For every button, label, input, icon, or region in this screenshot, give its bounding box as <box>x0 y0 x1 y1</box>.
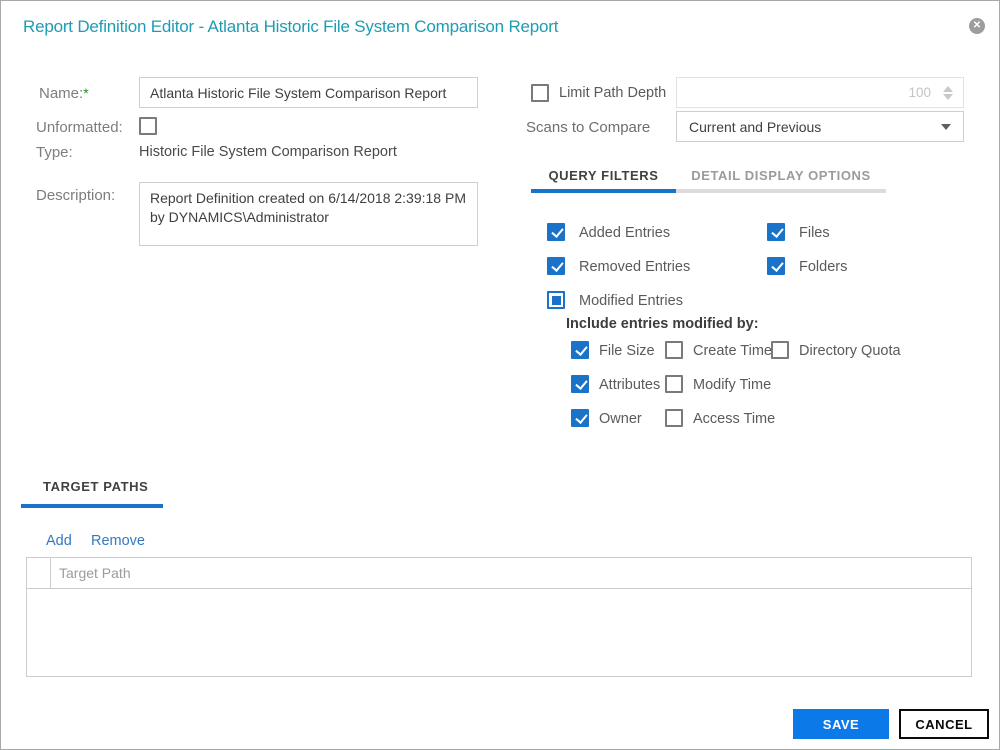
type-value: Historic File System Comparison Report <box>139 144 397 160</box>
spinner-up-down-icon[interactable] <box>943 85 953 100</box>
modified-entries-checkbox[interactable] <box>547 291 565 309</box>
page-title: Report Definition Editor - Atlanta Histo… <box>23 17 559 36</box>
description-textarea[interactable]: Report Definition created on 6/14/2018 2… <box>139 182 478 246</box>
target-paths-table-header: Target Path <box>27 558 971 589</box>
files-checkbox[interactable] <box>767 223 785 241</box>
owner-checkbox[interactable] <box>571 409 589 427</box>
remove-target-path-link[interactable]: Remove <box>91 533 145 549</box>
cancel-button[interactable]: CANCEL <box>899 709 989 739</box>
tab-query-filters[interactable]: QUERY FILTERS <box>531 168 676 183</box>
name-input[interactable] <box>139 77 478 108</box>
file-size-checkbox[interactable] <box>571 341 589 359</box>
path-depth-stepper[interactable]: 100 <box>676 77 964 108</box>
modified-entries-label: Modified Entries <box>579 293 683 309</box>
inactive-tab-track <box>676 189 886 193</box>
target-paths-table: Target Path <box>26 557 972 677</box>
folders-checkbox[interactable] <box>767 257 785 275</box>
modify-time-checkbox[interactable] <box>665 375 683 393</box>
scans-to-compare-select[interactable]: Current and Previous <box>676 111 964 142</box>
create-time-checkbox[interactable] <box>665 341 683 359</box>
files-label: Files <box>799 225 830 241</box>
description-label: Description: <box>36 187 116 204</box>
attributes-checkbox[interactable] <box>571 375 589 393</box>
target-path-column-header: Target Path <box>59 565 131 581</box>
limit-path-depth-checkbox[interactable] <box>531 84 549 102</box>
scans-to-compare-value: Current and Previous <box>689 118 822 135</box>
tab-target-paths[interactable]: TARGET PATHS <box>43 479 148 494</box>
modify-time-label: Modify Time <box>693 377 772 393</box>
tab-detail-display-options[interactable]: DETAIL DISPLAY OPTIONS <box>676 168 886 183</box>
added-entries-checkbox[interactable] <box>547 223 565 241</box>
removed-entries-label: Removed Entries <box>579 259 691 275</box>
create-time-label: Create Time <box>693 343 772 359</box>
unformatted-checkbox[interactable] <box>139 117 157 135</box>
required-asterisk: * <box>83 85 89 101</box>
path-depth-value: 100 <box>908 85 931 100</box>
directory-quota-checkbox[interactable] <box>771 341 789 359</box>
unformatted-label: Unformatted: <box>36 119 123 136</box>
report-definition-editor-dialog: { "dialog": { "title": "Report Definitio… <box>0 0 1000 750</box>
file-size-label: File Size <box>599 343 655 359</box>
modified-by-heading: Include entries modified by: <box>566 316 759 332</box>
row-select-column-header <box>27 558 51 588</box>
attributes-label: Attributes <box>599 377 661 393</box>
limit-path-depth-label: Limit Path Depth <box>559 85 667 101</box>
target-paths-tab-indicator <box>21 504 163 508</box>
directory-quota-label: Directory Quota <box>799 343 901 359</box>
save-button[interactable]: SAVE <box>793 709 889 739</box>
scans-to-compare-label: Scans to Compare <box>526 119 651 136</box>
folders-label: Folders <box>799 259 848 275</box>
access-time-checkbox[interactable] <box>665 409 683 427</box>
active-tab-indicator <box>531 189 676 193</box>
access-time-label: Access Time <box>693 411 776 427</box>
name-label: Name:* <box>39 85 89 102</box>
removed-entries-checkbox[interactable] <box>547 257 565 275</box>
add-target-path-link[interactable]: Add <box>46 533 72 549</box>
type-label: Type: <box>36 144 73 161</box>
close-icon[interactable]: ✕ <box>969 18 985 34</box>
added-entries-label: Added Entries <box>579 225 671 241</box>
target-paths-table-body[interactable] <box>27 589 971 677</box>
owner-label: Owner <box>599 411 642 427</box>
chevron-down-icon <box>941 123 951 130</box>
